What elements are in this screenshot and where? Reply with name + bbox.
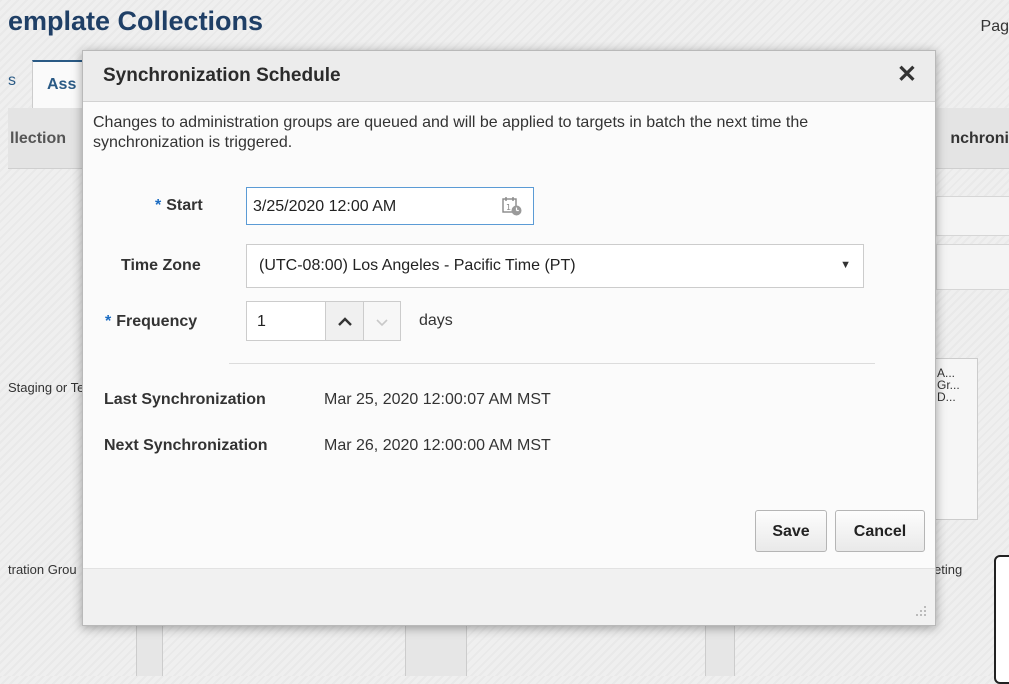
last-sync-label: Last Synchronization — [104, 391, 266, 408]
resize-handle-icon[interactable] — [915, 605, 927, 617]
divider — [229, 363, 875, 364]
cancel-button[interactable]: Cancel — [835, 510, 925, 552]
time-zone-label: Time Zone — [121, 257, 201, 274]
page-title: emplate Collections — [8, 6, 264, 36]
background-panel — [936, 196, 1009, 236]
increment-button[interactable] — [326, 301, 364, 341]
background-column — [136, 625, 163, 676]
dialog-message: Changes to administration groups are que… — [93, 114, 809, 151]
node-administration-group[interactable]: tration Grou — [8, 562, 77, 577]
save-button[interactable]: Save — [755, 510, 827, 552]
node-targeting[interactable]: eting — [934, 562, 962, 577]
start-label-text: Start — [166, 197, 203, 214]
close-icon[interactable]: ✕ — [897, 61, 917, 89]
start-date-input[interactable]: 3/25/2020 12:00 AM 1 — [246, 187, 534, 225]
frequency-label-text: Frequency — [116, 313, 198, 330]
decrement-button[interactable] — [364, 301, 401, 341]
last-sync-value: Mar 25, 2020 12:00:07 AM MST — [324, 391, 551, 408]
next-sync-value: Mar 26, 2020 12:00:00 AM MST — [324, 437, 551, 454]
frequency-value: 1 — [257, 313, 266, 330]
frequency-input[interactable]: 1 — [246, 301, 326, 341]
chevron-down-icon — [376, 319, 388, 327]
background-column — [705, 625, 735, 676]
required-marker: * — [105, 313, 112, 330]
next-sync-label: Next Synchronization — [104, 437, 268, 454]
frequency-label: * Frequency — [105, 313, 197, 331]
dialog-footer — [83, 568, 935, 625]
required-marker: * — [155, 197, 162, 214]
frequency-unit: days — [419, 312, 453, 329]
tab-ass-label: Ass — [47, 76, 77, 93]
node-staging[interactable]: Staging or Te — [8, 380, 84, 395]
tab-partial[interactable]: s — [8, 72, 16, 90]
start-date-value: 3/25/2020 12:00 AM — [253, 198, 397, 215]
background-box — [994, 555, 1009, 684]
dialog-title: Synchronization Schedule — [103, 65, 341, 86]
time-zone-select[interactable]: (UTC-08:00) Los Angeles - Pacific Time (… — [246, 244, 864, 288]
svg-text:1: 1 — [506, 203, 511, 212]
dropdown-arrow-icon[interactable]: ▼ — [840, 259, 851, 271]
node-a[interactable]: A... Gr... D... — [930, 358, 978, 520]
dialog-header: Synchronization Schedule ✕ — [83, 51, 935, 102]
start-label: * Start — [155, 197, 203, 215]
page-link[interactable]: Pag — [981, 18, 1009, 36]
background-column — [405, 625, 467, 676]
chevron-up-icon — [337, 317, 352, 326]
background-panel — [936, 244, 1009, 290]
calendar-clock-icon[interactable]: 1 — [501, 195, 523, 217]
node-a-line: D... — [937, 390, 956, 404]
time-zone-value: (UTC-08:00) Los Angeles - Pacific Time (… — [259, 257, 576, 274]
synchronization-schedule-dialog: Synchronization Schedule ✕ Changes to ad… — [82, 50, 936, 626]
section-synchronization-heading: nchroni — [950, 130, 1009, 147]
section-collection-heading: llection — [10, 130, 67, 147]
